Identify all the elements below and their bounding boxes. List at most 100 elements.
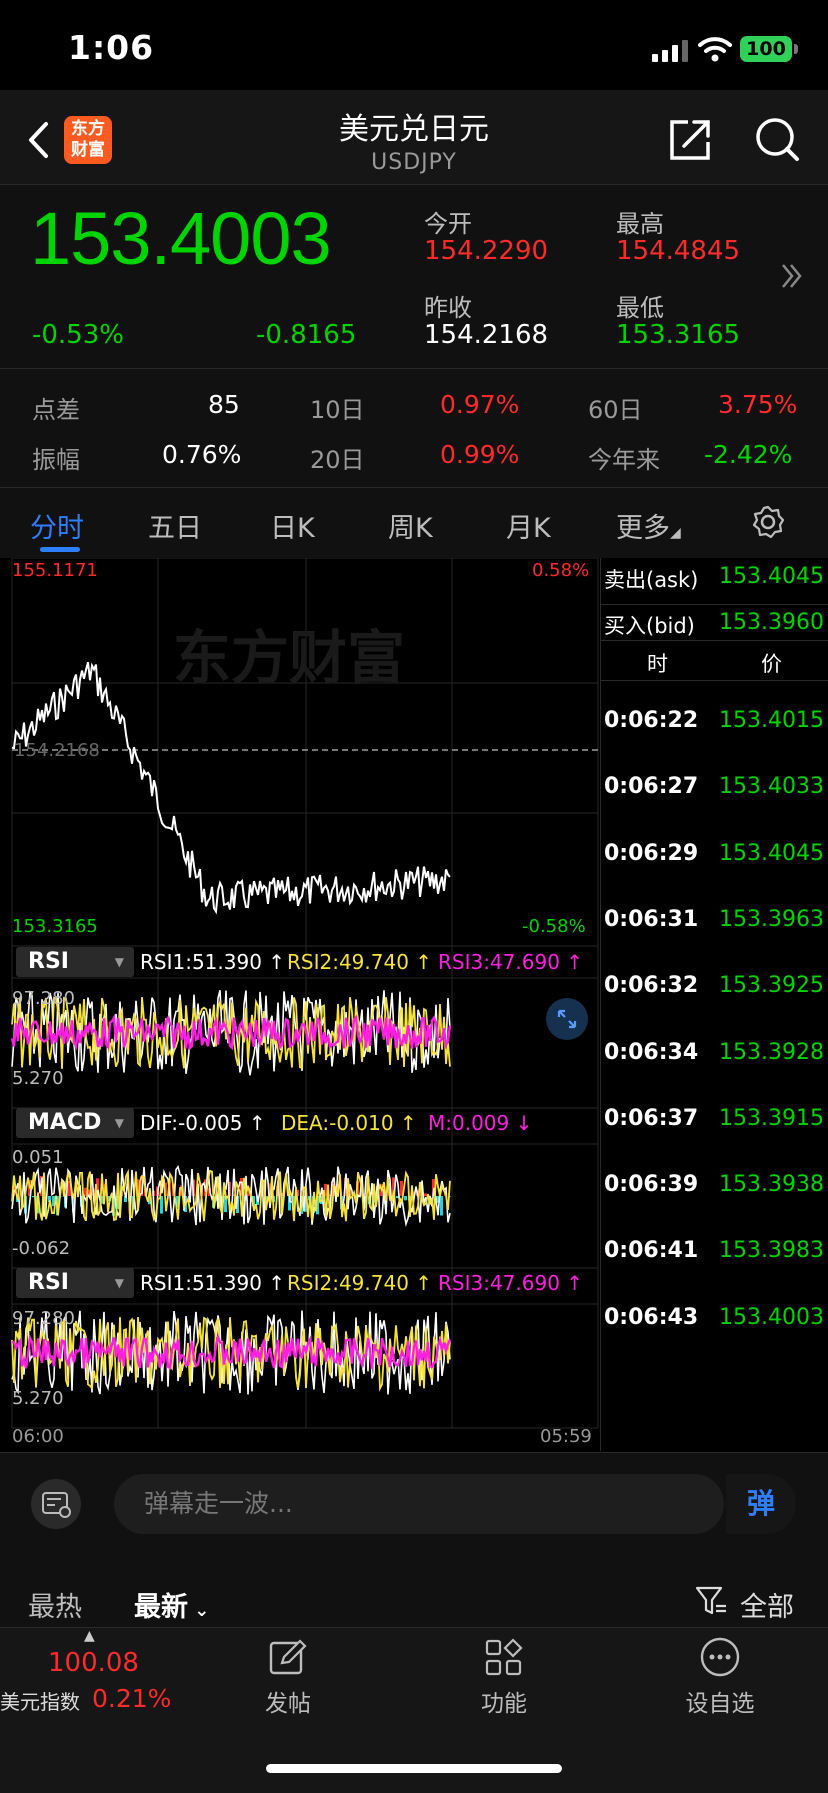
feed-tab-latest[interactable]: 最新 ⌄ xyxy=(134,1585,209,1624)
d60-label: 60日 xyxy=(588,390,643,425)
rsi-max-label: 97.280 xyxy=(12,988,75,1009)
tick-time: 0:06:39 xyxy=(604,1172,698,1197)
home-indicator xyxy=(266,1764,562,1773)
col-time-header: 时 xyxy=(647,648,668,678)
expand-button[interactable] xyxy=(546,998,588,1040)
amplitude-value: 0.76% xyxy=(162,440,241,469)
dropdown-icon: ▼ xyxy=(115,1268,124,1298)
tab-daily-k[interactable]: 日K xyxy=(270,506,315,545)
dif-legend: DIF:-0.005 ↑ xyxy=(140,1111,266,1135)
d60-value: 3.75% xyxy=(718,390,797,419)
signal-icon xyxy=(652,40,690,62)
d10-label: 10日 xyxy=(310,390,365,425)
prev-close-value: 154.2168 xyxy=(424,320,548,350)
ask-label: 卖出(ask) xyxy=(604,564,698,594)
search-icon[interactable] xyxy=(754,116,800,162)
chevron-down-icon: ⌄ xyxy=(188,1600,209,1621)
ask-value: 153.4045 xyxy=(719,564,824,589)
tick-time: 0:06:32 xyxy=(604,973,698,998)
danmaku-send-button[interactable]: 弹 xyxy=(726,1474,796,1534)
tab-weekly-k[interactable]: 周K xyxy=(388,506,433,545)
rsi-panel-b-lines xyxy=(12,1311,450,1395)
low-label: 最低 xyxy=(616,288,664,323)
tab-active-indicator xyxy=(40,547,80,552)
index-name[interactable]: 美元指数 xyxy=(0,1686,80,1715)
rsi-selector[interactable]: RSI▼ xyxy=(16,947,134,977)
filter-label[interactable]: 全部 xyxy=(740,1585,794,1624)
feed-tab-hot[interactable]: 最热 xyxy=(28,1585,82,1624)
macd-panel-lines xyxy=(12,1167,451,1225)
open-label: 今开 xyxy=(424,204,472,239)
function-grid-icon[interactable] xyxy=(484,1638,524,1678)
tick-price: 153.4045 xyxy=(719,841,824,866)
tick-time: 0:06:34 xyxy=(604,1040,698,1065)
battery-tip xyxy=(794,44,798,54)
change-percent: -0.53% xyxy=(32,320,124,350)
price-min-label: 153.3165 xyxy=(12,916,98,937)
chart-watermark: 东方财富 xyxy=(173,624,405,692)
rsi1-legend: RSI1:51.390 ↑ xyxy=(140,950,285,974)
ytd-value: -2.42% xyxy=(704,440,792,469)
tick-price: 153.4033 xyxy=(719,774,824,799)
share-icon[interactable] xyxy=(668,116,714,162)
settings-gear-icon[interactable] xyxy=(750,504,786,540)
battery-indicator: 100 xyxy=(740,36,792,62)
tick-panel: 卖出(ask) 153.4045 买入(bid) 153.3960 时 价 0:… xyxy=(600,558,828,1451)
tab-five-day[interactable]: 五日 xyxy=(148,506,202,545)
caret-up-icon: ▲ xyxy=(84,1628,95,1644)
rsi-panel-lines xyxy=(12,990,450,1075)
tab-post[interactable]: 发帖 xyxy=(238,1684,338,1718)
prev-close-label: 昨收 xyxy=(424,288,472,323)
d20-value: 0.99% xyxy=(440,440,519,469)
filter-icon[interactable] xyxy=(694,1584,728,1618)
macd-histogram-bar xyxy=(424,1193,427,1196)
macd-selector-label: MACD xyxy=(28,1110,101,1135)
rsi3-legend: RSI3:47.690 ↑ xyxy=(438,950,583,974)
tick-time: 0:06:22 xyxy=(604,708,698,733)
rsi3-legend-b: RSI3:47.690 ↑ xyxy=(438,1271,583,1295)
divider xyxy=(601,680,828,681)
dropdown-icon: ▼ xyxy=(115,947,124,977)
tick-price: 153.3983 xyxy=(719,1238,824,1263)
tab-function[interactable]: 功能 xyxy=(454,1684,554,1718)
more-dots-icon[interactable] xyxy=(699,1636,741,1678)
post-edit-icon[interactable] xyxy=(268,1638,308,1678)
spread-label: 点差 xyxy=(32,390,80,425)
tab-monthly-k[interactable]: 月K xyxy=(506,506,551,545)
spread-value: 85 xyxy=(208,390,240,419)
tick-time: 0:06:29 xyxy=(604,841,698,866)
macd-selector[interactable]: MACD▼ xyxy=(16,1108,134,1138)
danmaku-input[interactable]: 弹幕走一波... xyxy=(114,1474,724,1534)
send-label: 弹 xyxy=(747,1487,775,1520)
wifi-icon xyxy=(698,36,732,62)
col-price-header: 价 xyxy=(761,648,782,678)
tab-more[interactable]: 更多◢ xyxy=(616,506,681,545)
m-legend: M:0.009 ↓ xyxy=(428,1111,532,1135)
pct-max-label: 0.58% xyxy=(532,560,589,581)
index-value[interactable]: 100.08 xyxy=(48,1648,139,1678)
danmaku-toggle-icon[interactable] xyxy=(30,1478,82,1530)
tab-add-watchlist[interactable]: 设自选 xyxy=(670,1684,770,1718)
intraday-chart-svg[interactable]: 东方财富 xyxy=(0,558,600,1451)
tab-more-label: 更多 xyxy=(616,513,670,544)
tick-price: 153.4015 xyxy=(719,708,824,733)
last-price: 153.4003 xyxy=(30,196,331,281)
price-max-label: 155.1171 xyxy=(12,560,98,581)
tick-price: 153.3915 xyxy=(719,1106,824,1131)
prev-close-marker: 154.2168 xyxy=(14,740,100,761)
change-value: -0.8165 xyxy=(256,320,356,350)
rsi1-legend-b: RSI1:51.390 ↑ xyxy=(140,1271,285,1295)
tab-intraday[interactable]: 分时 xyxy=(30,506,84,545)
tick-time: 0:06:43 xyxy=(604,1305,698,1330)
tick-price: 153.3938 xyxy=(719,1172,824,1197)
tick-time: 0:06:31 xyxy=(604,907,698,932)
caret-icon: ◢ xyxy=(670,525,681,541)
tick-price: 153.3963 xyxy=(719,907,824,932)
rsi-b-max-label: 97.280 xyxy=(12,1308,75,1329)
tick-time: 0:06:27 xyxy=(604,774,698,799)
rsi-selector-b[interactable]: RSI▼ xyxy=(16,1268,134,1298)
chevron-right-double-icon[interactable] xyxy=(780,262,804,290)
divider xyxy=(601,640,828,641)
bid-value: 153.3960 xyxy=(719,610,824,635)
macd-histogram-bar xyxy=(440,1196,443,1216)
